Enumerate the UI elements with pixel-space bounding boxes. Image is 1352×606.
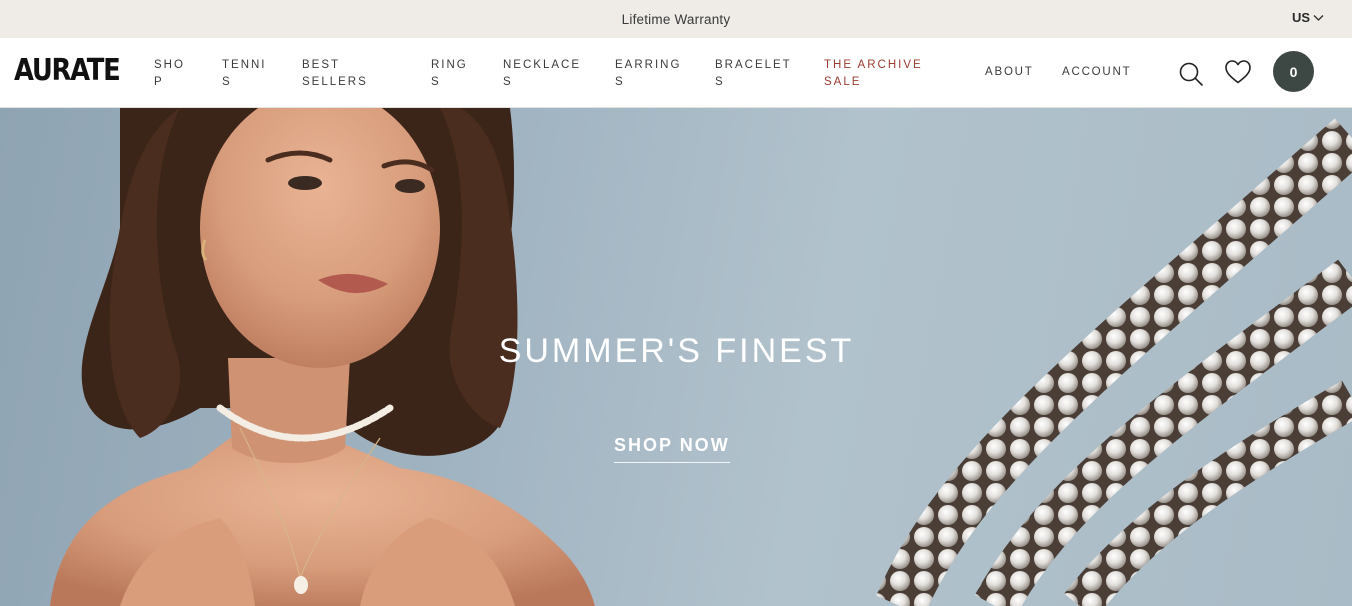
about-link[interactable]: ABOUT — [985, 66, 1034, 78]
nav-shop[interactable]: SHO P — [154, 57, 185, 91]
nav-rings[interactable]: RING S — [431, 57, 468, 91]
announcement-bar: Lifetime Warranty US — [0, 0, 1352, 38]
nav-best-sellers[interactable]: BEST SELLERS — [302, 57, 368, 91]
nav-tennis[interactable]: TENNI S — [222, 57, 267, 91]
hero-title: SUMMER'S FINEST — [498, 332, 855, 370]
chevron-down-icon — [1313, 14, 1324, 21]
shop-now-button[interactable]: SHOP NOW — [614, 435, 730, 463]
nav-necklaces[interactable]: NECKLACE S — [503, 57, 581, 91]
site-header: AURATE SHO P TENNI S BEST SELLERS RING S… — [0, 38, 1352, 108]
search-icon — [1179, 62, 1203, 86]
cart-count: 0 — [1289, 63, 1298, 80]
account-link[interactable]: ACCOUNT — [1062, 66, 1131, 78]
region-label: US — [1291, 10, 1310, 25]
nav-bracelets[interactable]: BRACELET S — [715, 57, 792, 91]
region-selector[interactable]: US — [1292, 10, 1324, 25]
nav-earrings[interactable]: EARRING S — [615, 57, 681, 91]
heart-icon — [1225, 60, 1251, 84]
cart-button[interactable]: 0 — [1273, 51, 1314, 92]
nav-archive-sale[interactable]: THE ARCHIVE SALE — [824, 57, 923, 91]
search-button[interactable] — [1176, 59, 1206, 89]
wishlist-button[interactable] — [1222, 57, 1254, 87]
hero-banner[interactable]: SUMMER'S FINEST SHOP NOW — [0, 108, 1352, 606]
hero-title-wrap: SUMMER'S FINEST — [0, 332, 1352, 371]
aurate-logo[interactable]: AURATE — [14, 54, 121, 88]
announcement-text: Lifetime Warranty — [621, 12, 731, 27]
